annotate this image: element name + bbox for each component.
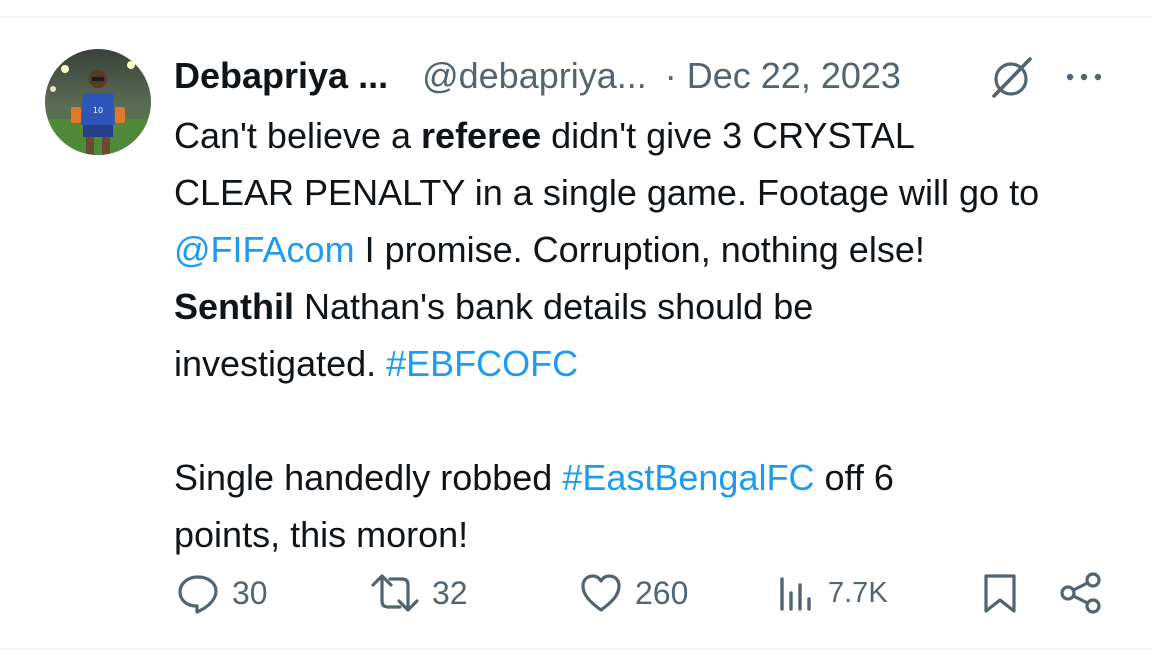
- more-icon[interactable]: [1062, 60, 1106, 94]
- author-name[interactable]: Debapriya ...: [174, 55, 388, 97]
- repost-button[interactable]: 32: [370, 566, 468, 620]
- bold-text: Senthil: [174, 286, 295, 327]
- reply-icon: [178, 575, 218, 614]
- share-icon: [1060, 572, 1101, 614]
- header-separator: ·: [664, 55, 677, 96]
- bookmark-button[interactable]: [980, 566, 1020, 620]
- action-bar: 30 32 260 7.7K: [0, 566, 1152, 620]
- avatar[interactable]: 10: [45, 49, 151, 155]
- text-span: CLEAR PENALTY in a single game. Footage …: [174, 172, 1040, 213]
- mention-link[interactable]: @FIFAcom: [174, 229, 355, 270]
- bookmark-icon: [984, 574, 1016, 613]
- tweet-line: investigated. #EBFCOFC: [174, 335, 1124, 392]
- text-span: Single handedly robbed: [174, 457, 563, 498]
- heart-icon: [581, 574, 621, 612]
- text-span: points, this moron!: [174, 514, 469, 555]
- hashtag-link[interactable]: #EastBengalFC: [562, 457, 814, 498]
- svg-text:10: 10: [93, 106, 103, 115]
- like-count: 260: [635, 574, 689, 611]
- like-button[interactable]: 260: [579, 566, 688, 620]
- text-span: Nathan's bank details should be: [294, 286, 814, 327]
- text-span: I promise. Corruption, nothing else!: [354, 229, 925, 270]
- share-button[interactable]: [1058, 566, 1104, 620]
- grok-icon[interactable]: [988, 54, 1034, 100]
- tweet-text: Can't believe a referee didn't give 3 CR…: [174, 107, 1124, 563]
- views-button[interactable]: 7.7K: [776, 566, 888, 620]
- hashtag-link[interactable]: #EBFCOFC: [386, 343, 578, 384]
- views-icon: [780, 577, 811, 611]
- tweet-line: Senthil Nathan's bank details should be: [174, 278, 1124, 335]
- tweet-line: points, this moron!: [174, 506, 1124, 563]
- reply-button[interactable]: 30: [176, 566, 268, 620]
- tweet-line: Can't believe a referee didn't give 3 CR…: [174, 107, 1124, 164]
- reply-count: 30: [232, 574, 268, 611]
- top-divider: [0, 16, 1152, 17]
- text-span: didn't give 3 CRYSTAL: [541, 115, 915, 156]
- tweet-line: Single handedly robbed #EastBengalFC off…: [174, 449, 1124, 506]
- text-span: Can't believe a: [174, 115, 422, 156]
- avatar-photo: 10: [45, 49, 151, 155]
- bold-text: referee: [421, 115, 542, 156]
- text-span: off 6: [814, 457, 894, 498]
- tweet-date[interactable]: Dec 22, 2023: [687, 55, 901, 97]
- retweet-icon: [371, 574, 419, 612]
- tweet-line: CLEAR PENALTY in a single game. Footage …: [174, 164, 1124, 221]
- bottom-divider: [0, 648, 1152, 649]
- text-span: investigated.: [174, 343, 387, 384]
- repost-count: 32: [432, 574, 468, 611]
- author-handle[interactable]: @debapriya...: [422, 55, 647, 97]
- tweet-line: @FIFAcom I promise. Corruption, nothing …: [174, 221, 1124, 278]
- tweet-header: Debapriya ... @debapriya... · Dec 22, 20…: [174, 50, 1112, 102]
- views-count: 7.7K: [828, 576, 888, 609]
